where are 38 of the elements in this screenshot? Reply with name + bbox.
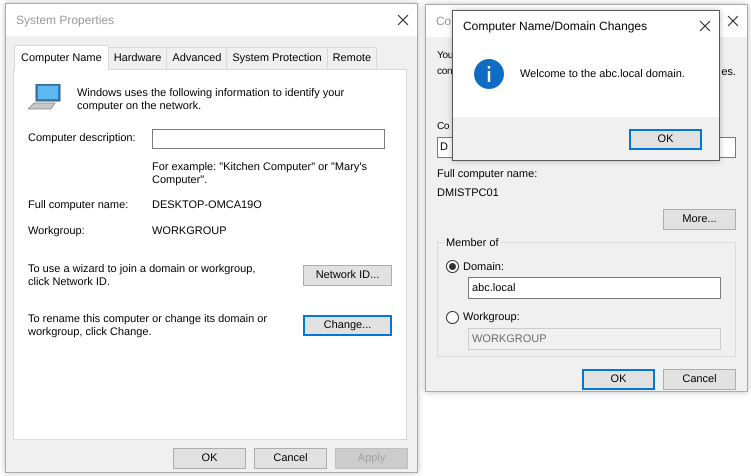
radio-label: Domain:	[463, 260, 504, 274]
field-label: Co	[437, 120, 450, 134]
dialog-button[interactable]: OK	[173, 448, 246, 468]
action-button[interactable]: Change...	[303, 315, 392, 336]
tab[interactable]: Computer Name	[14, 45, 109, 70]
computer-icon	[28, 84, 61, 110]
intro-text: con	[437, 64, 452, 78]
more-button[interactable]: More...	[663, 208, 736, 230]
dialog-button[interactable]: Cancel	[254, 448, 327, 468]
dialog-button[interactable]: OK	[582, 368, 655, 390]
action-button[interactable]: Network ID...	[303, 265, 392, 286]
field-value: DESKTOP-OMCA19O	[152, 198, 262, 212]
intro-text: es.	[721, 64, 736, 80]
field-value: WORKGROUP	[152, 224, 227, 239]
dialog-button[interactable]: Cancel	[663, 368, 736, 390]
input-field[interactable]	[152, 128, 385, 148]
message-text: Welcome to the abc.local domain.	[520, 66, 685, 82]
window-title: System Properties	[16, 12, 114, 29]
field-label: Full computer name:	[28, 198, 130, 212]
tab[interactable]: Remote	[326, 47, 378, 68]
hint-text: For example: "Kitchen Computer" or "Mary's Computer".	[152, 160, 368, 186]
radio-label: Workgroup:	[463, 310, 520, 325]
close-icon[interactable]	[727, 15, 739, 27]
close-icon[interactable]	[397, 14, 409, 26]
radio-button[interactable]	[446, 260, 459, 274]
instruction-text: To use a wizard to join a domain or workgroup, click Network ID.	[28, 262, 256, 288]
field-label: Workgroup:	[28, 224, 86, 239]
close-icon[interactable]	[699, 20, 711, 32]
intro-text: Windows uses the following information to identify your computer on the network.	[77, 86, 346, 112]
info-icon	[474, 59, 504, 89]
instruction-text: To rename this computer or change its domain or workgroup, click Change.	[28, 312, 268, 338]
window-title: Co	[436, 13, 451, 30]
field-value: DMISTPC01	[437, 186, 500, 201]
window-title: Computer Name/Domain Changes	[463, 18, 648, 35]
input-field[interactable]: abc.local	[468, 277, 721, 299]
dialog-button[interactable]: OK	[629, 129, 702, 150]
field-label: Full computer name:	[437, 166, 538, 182]
field-label: Computer description:	[28, 131, 137, 146]
